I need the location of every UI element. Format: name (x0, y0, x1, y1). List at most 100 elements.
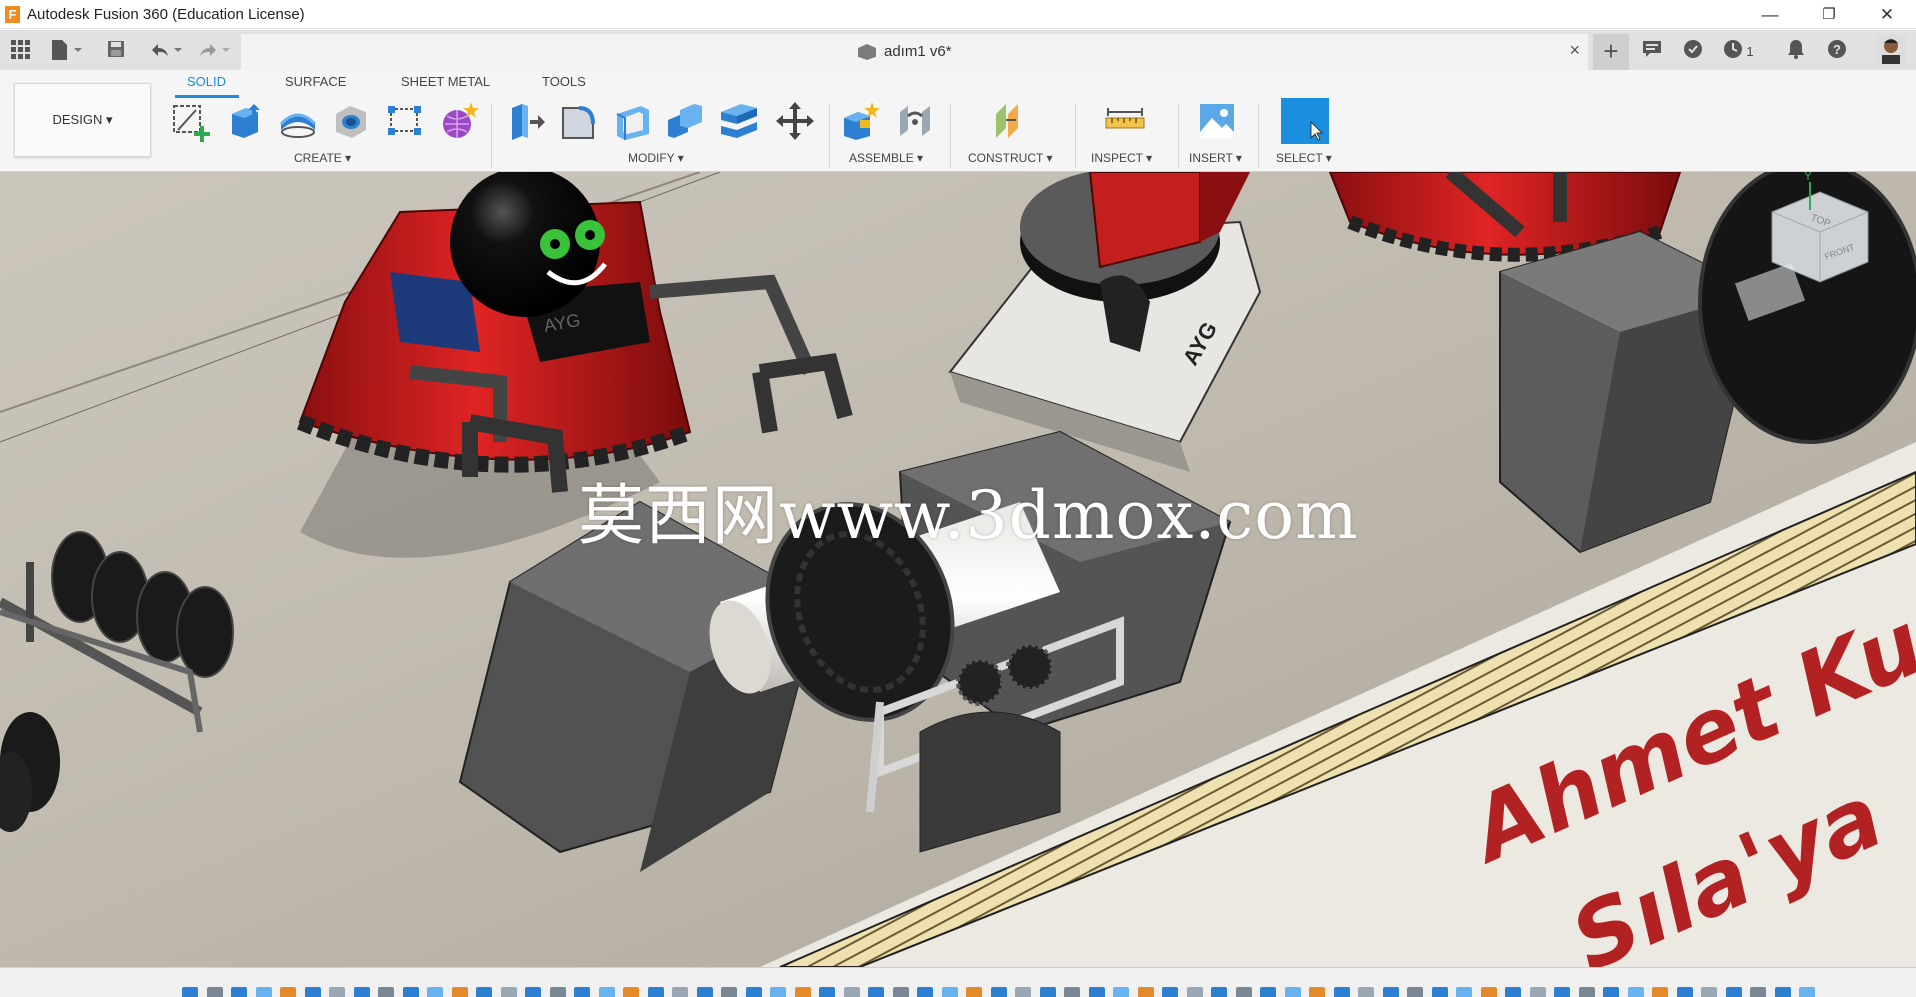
workspace-switcher[interactable]: DESIGN ▾ (14, 83, 151, 157)
timeline-feature-icon[interactable] (1186, 987, 1203, 997)
timeline-feature-icon[interactable] (549, 987, 566, 997)
user-avatar[interactable] (1876, 34, 1906, 64)
timeline-feature-icon[interactable] (1725, 987, 1742, 997)
timeline-feature-icon[interactable] (1309, 987, 1325, 997)
create-menu[interactable]: CREATE ▾ (294, 151, 351, 165)
pattern-icon[interactable] (384, 100, 426, 142)
timeline-feature-icon[interactable] (917, 987, 933, 997)
new-tab-button[interactable]: + (1593, 34, 1629, 70)
redo-icon[interactable] (194, 38, 234, 62)
timeline-feature-icon[interactable] (280, 987, 296, 997)
timeline-feature-icon[interactable] (1284, 987, 1301, 997)
revolve-icon[interactable] (277, 100, 319, 142)
file-menu-icon[interactable] (48, 38, 88, 62)
timeline-feature-icon[interactable] (1652, 987, 1668, 997)
timeline-feature-icon[interactable] (1407, 987, 1423, 997)
timeline-feature-icon[interactable] (1701, 987, 1717, 997)
tab-sheet-metal[interactable]: SHEET METAL (401, 74, 490, 89)
timeline-feature-icon[interactable] (819, 987, 835, 997)
notifications-bell-icon[interactable] (1784, 38, 1808, 62)
timeline-bar[interactable] (0, 967, 1916, 997)
timeline-feature-icon[interactable] (329, 987, 345, 997)
timeline-feature-icon[interactable] (672, 987, 688, 997)
timeline-feature-icon[interactable] (745, 987, 762, 997)
undo-icon[interactable] (146, 38, 186, 62)
help-icon[interactable]: ? (1825, 38, 1849, 62)
timeline-feature-icon[interactable] (451, 987, 468, 997)
timeline-feature-icon[interactable] (1358, 987, 1374, 997)
timeline-feature-icon[interactable] (353, 987, 370, 997)
timeline-feature-icon[interactable] (1750, 987, 1766, 997)
timeline-feature-icon[interactable] (647, 987, 664, 997)
document-tab[interactable]: adım1 v6* × (241, 34, 1588, 70)
construct-menu[interactable]: CONSTRUCT ▾ (968, 151, 1052, 165)
measure-icon[interactable] (1104, 100, 1146, 142)
timeline-feature-icon[interactable] (598, 987, 615, 997)
create-sketch-icon[interactable] (170, 100, 212, 142)
timeline-feature-icon[interactable] (1480, 987, 1497, 997)
timeline-feature-icon[interactable] (1505, 987, 1521, 997)
timeline-feature-icon[interactable] (525, 987, 541, 997)
shell-icon[interactable] (611, 100, 653, 142)
timeline-feature-icon[interactable] (941, 987, 958, 997)
timeline-feature-icon[interactable] (500, 987, 517, 997)
assemble-menu[interactable]: ASSEMBLE ▾ (849, 151, 923, 165)
timeline-feature-icon[interactable] (868, 987, 884, 997)
timeline-feature-icon[interactable] (574, 987, 590, 997)
timeline-feature-icon[interactable] (1382, 987, 1399, 997)
timeline-feature-icon[interactable] (1235, 987, 1252, 997)
timeline-feature-icon[interactable] (1529, 987, 1546, 997)
timeline-feature-icon[interactable] (721, 987, 737, 997)
timeline-feature-icon[interactable] (696, 987, 713, 997)
select-tool-icon[interactable] (1281, 98, 1329, 144)
joint-icon[interactable] (894, 100, 936, 142)
3d-viewport[interactable]: Ahmet Ku Sıla'ya AYG AYG TOP FRONT Y 莫西网… (0, 172, 1916, 967)
job-status-icon[interactable]: 1 (1722, 38, 1756, 62)
combine-icon[interactable] (664, 100, 706, 142)
move-copy-icon[interactable] (774, 100, 816, 142)
timeline-feature-icon[interactable] (1333, 987, 1350, 997)
timeline-feature-icon[interactable] (1039, 987, 1056, 997)
timeline-feature-icon[interactable] (304, 987, 321, 997)
timeline-feature-icon[interactable] (1015, 987, 1031, 997)
timeline-feature-icon[interactable] (1578, 987, 1595, 997)
create-form-icon[interactable] (437, 100, 479, 142)
tab-solid[interactable]: SOLID (187, 74, 226, 89)
press-pull-icon[interactable] (504, 100, 546, 142)
tab-surface[interactable]: SURFACE (285, 74, 346, 89)
timeline-feature-icon[interactable] (1554, 987, 1570, 997)
fillet-icon[interactable] (557, 100, 599, 142)
hole-icon[interactable] (330, 100, 372, 142)
timeline-feature-icon[interactable] (402, 987, 419, 997)
comments-icon[interactable] (1640, 38, 1664, 62)
new-component-icon[interactable] (840, 100, 882, 142)
save-icon[interactable] (104, 38, 128, 62)
timeline-feature-icon[interactable] (1162, 987, 1178, 997)
timeline-feature-icon[interactable] (892, 987, 909, 997)
timeline-feature-icon[interactable] (966, 987, 982, 997)
close-tab-button[interactable]: × (1569, 40, 1580, 61)
timeline-feature-icon[interactable] (843, 987, 860, 997)
close-window-button[interactable]: ✕ (1858, 0, 1916, 29)
timeline-feature-icon[interactable] (1113, 987, 1129, 997)
restore-button[interactable]: ❐ (1800, 0, 1858, 29)
tab-tools[interactable]: TOOLS (542, 74, 586, 89)
minimize-button[interactable]: — (1741, 0, 1799, 29)
timeline-feature-icon[interactable] (1774, 987, 1791, 997)
data-panel-grid-icon[interactable] (8, 38, 32, 62)
timeline-feature-icon[interactable] (427, 987, 443, 997)
timeline-feature-icon[interactable] (623, 987, 639, 997)
timeline-feature-icon[interactable] (255, 987, 272, 997)
timeline-feature-icon[interactable] (231, 987, 247, 997)
timeline-feature-icon[interactable] (1211, 987, 1227, 997)
insert-menu[interactable]: INSERT ▾ (1189, 151, 1242, 165)
inspect-menu[interactable]: INSPECT ▾ (1091, 151, 1152, 165)
timeline-feature-icon[interactable] (206, 987, 223, 997)
offset-face-icon[interactable] (717, 100, 759, 142)
timeline-feature-icon[interactable] (1627, 987, 1644, 997)
timeline-feature-icon[interactable] (770, 987, 786, 997)
offset-plane-icon[interactable] (992, 100, 1034, 142)
select-menu[interactable]: SELECT ▾ (1276, 151, 1332, 165)
timeline-feature-icon[interactable] (1064, 987, 1080, 997)
timeline-feature-icon[interactable] (476, 987, 492, 997)
